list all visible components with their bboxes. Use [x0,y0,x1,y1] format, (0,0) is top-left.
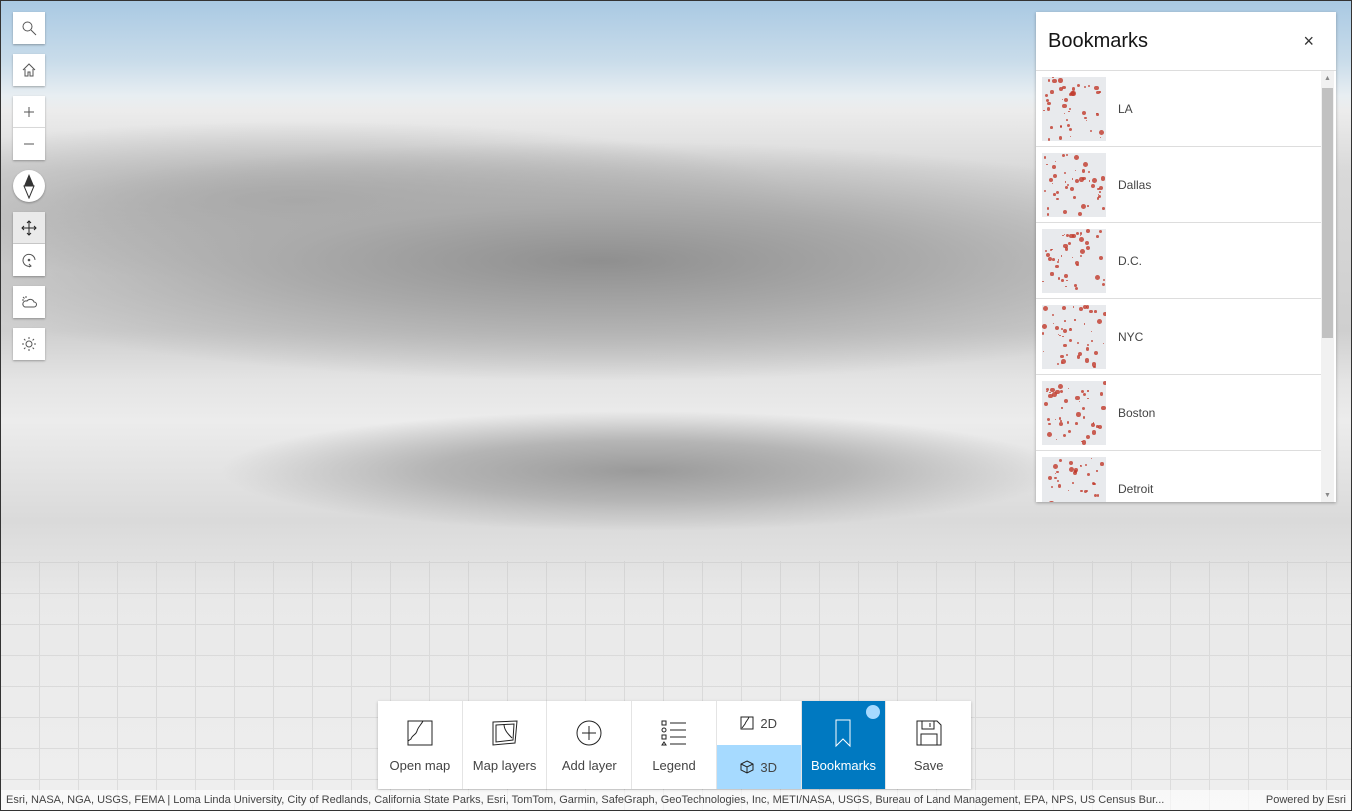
rotate-button[interactable] [13,244,45,276]
save-icon [916,720,942,745]
bookmark-list: LA Dallas D.C. NYC Boston Detroit [1036,71,1321,502]
map-2d-icon [740,716,754,730]
map-layers-button[interactable]: Map layers [463,701,548,789]
search-icon [22,21,37,36]
legend-button[interactable]: Legend [632,701,717,789]
plus-icon [24,106,34,117]
bookmark-label: Detroit [1118,481,1154,496]
scrollbar-thumb[interactable] [1322,88,1333,338]
bookmark-thumbnail [1042,380,1106,445]
map-icon [407,720,433,745]
close-icon[interactable]: × [1303,31,1314,52]
mode-2d-button[interactable]: 2D [717,701,801,745]
bookmark-thumbnail [1042,152,1106,217]
bookmark-label: D.C. [1118,253,1142,268]
open-map-button[interactable]: Open map [378,701,463,789]
attribution-bar: Esri, NASA, NGA, USGS, FEMA | Loma Linda… [1,790,1351,810]
bookmark-item[interactable]: Boston [1036,375,1321,451]
home-button[interactable] [13,54,45,86]
minus-icon [24,143,34,145]
panel-title: Bookmarks [1048,29,1149,52]
bookmarks-panel: Bookmarks × LA Dallas D.C. NYC Boston Detroit … [1036,12,1336,502]
zoom-out-button[interactable] [13,128,45,160]
bookmark-item[interactable]: Detroit [1036,451,1321,502]
bookmark-label: LA [1118,101,1133,116]
zoom-in-button[interactable] [13,96,45,128]
home-icon [22,63,36,77]
notification-badge [866,705,881,719]
mode-3d-button[interactable]: 3D [716,745,801,789]
bookmark-thumbnail [1042,76,1106,141]
cube-icon [740,760,754,774]
bookmark-label: Boston [1118,405,1156,420]
bookmark-icon [835,719,851,747]
weather-button[interactable] [13,286,45,318]
search-button[interactable] [13,12,45,44]
scroll-up-icon[interactable]: ▲ [1324,75,1331,82]
weather-icon [22,296,37,308]
bookmark-label: NYC [1118,329,1144,344]
bookmark-item[interactable]: LA [1036,71,1321,147]
compass-icon [23,174,35,199]
add-circle-icon [576,720,602,745]
scroll-down-icon[interactable]: ▼ [1324,492,1331,499]
bottom-toolbar: Open map Map layers Add layer Legend 2D … [378,701,971,789]
sun-icon [22,337,36,351]
bookmark-label: Dallas [1118,177,1152,192]
add-layer-button[interactable]: Add layer [547,701,633,789]
legend-icon [661,720,687,745]
daylight-button[interactable] [13,328,45,360]
bookmark-item[interactable]: Dallas [1036,147,1321,223]
scrollbar[interactable]: ▲ ▼ [1321,71,1334,502]
powered-by[interactable]: Powered by Esri [1266,794,1346,806]
compass-button[interactable] [13,170,45,202]
attribution-text[interactable]: Esri, NASA, NGA, USGS, FEMA | Loma Linda… [6,794,1164,806]
save-button[interactable]: Save [886,701,971,789]
pan-icon [21,219,37,236]
bookmark-thumbnail [1042,304,1106,369]
layers-icon [492,719,518,746]
pan-button[interactable] [13,212,45,244]
bookmark-item[interactable]: D.C. [1036,223,1321,299]
view-mode-toggle: 2D 3D [716,701,802,789]
bookmark-thumbnail [1042,456,1106,502]
bookmarks-button[interactable]: Bookmarks [801,701,887,789]
rotate-icon [22,253,36,268]
bookmark-thumbnail [1042,228,1106,293]
bookmark-item[interactable]: NYC [1036,299,1321,375]
